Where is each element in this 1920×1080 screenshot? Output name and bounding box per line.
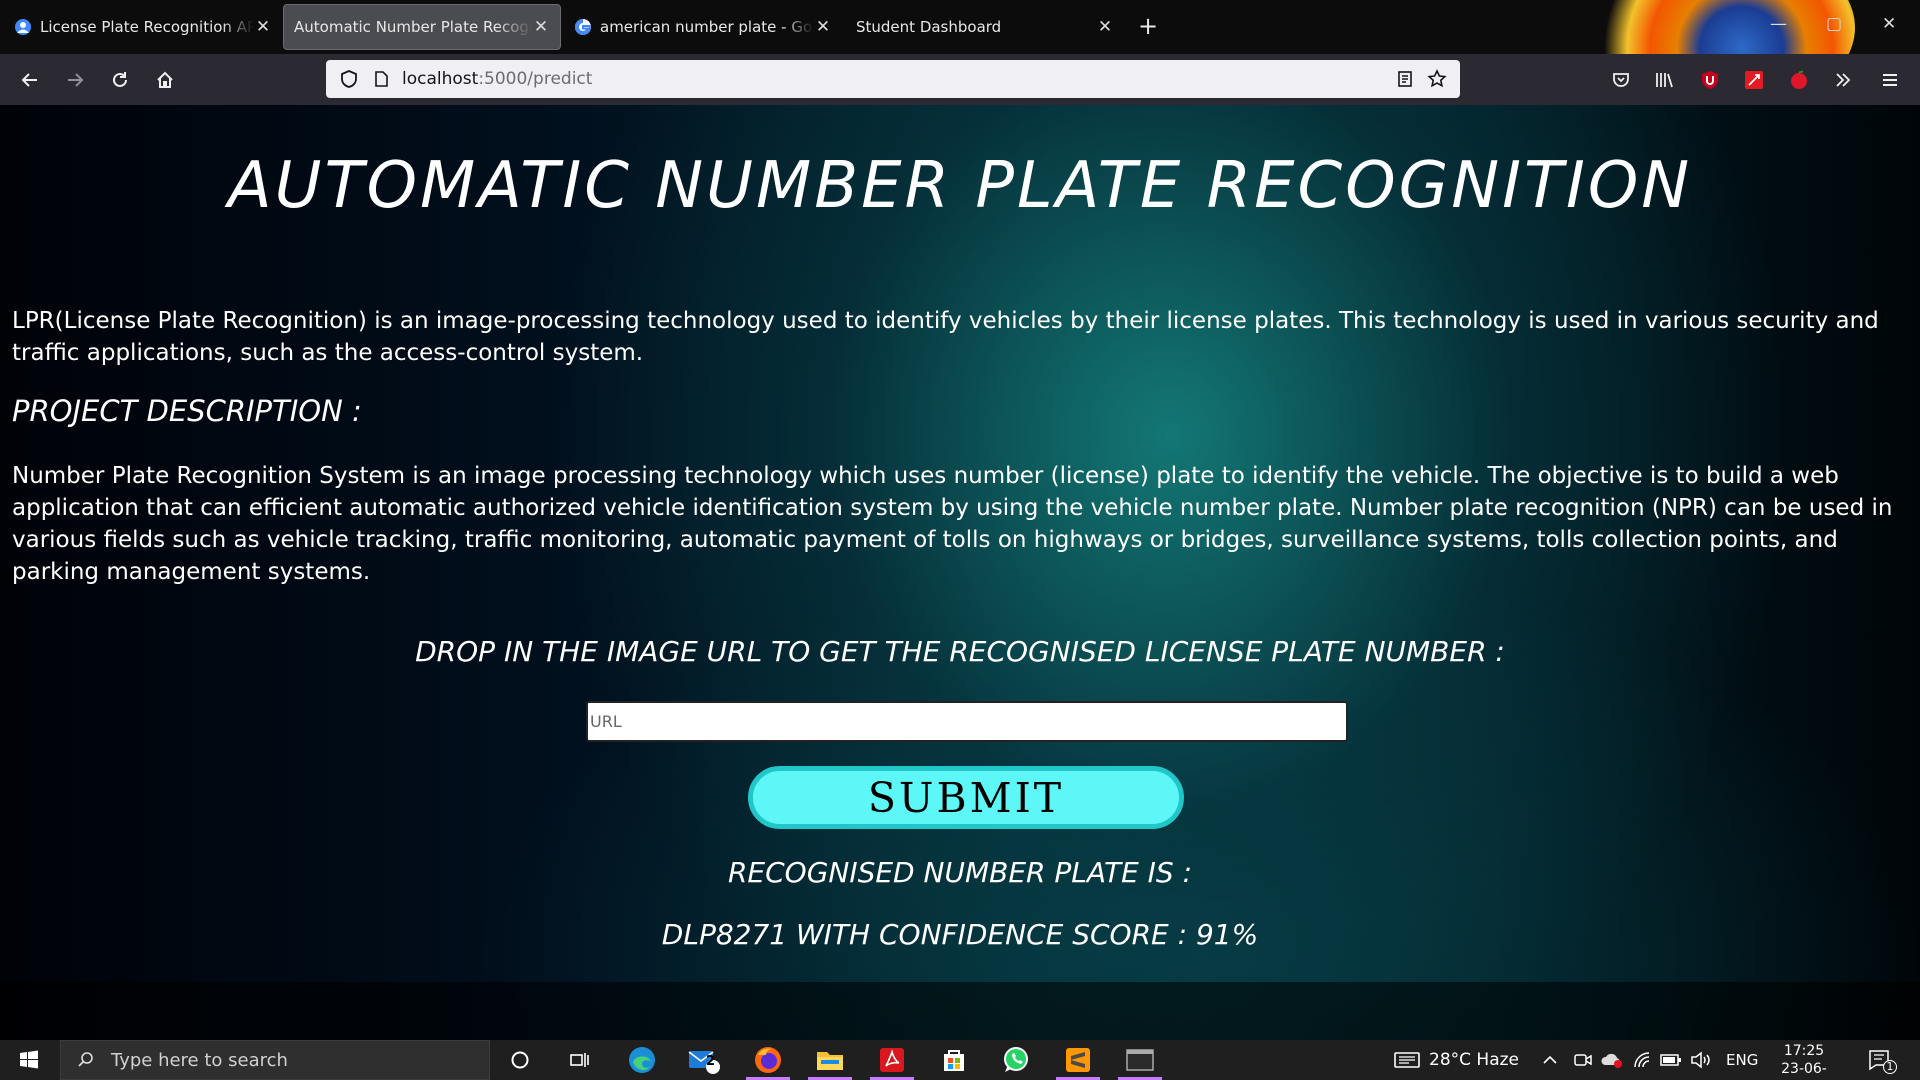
forward-icon[interactable]	[63, 68, 87, 92]
acrobat-reader-icon[interactable]	[864, 1040, 920, 1080]
url-text[interactable]: localhost:5000/predict	[402, 69, 592, 89]
task-view-icon[interactable]	[552, 1040, 608, 1080]
page-footer	[0, 982, 1920, 1040]
url-instruction-label: DROP IN THE IMAGE URL TO GET THE RECOGNI…	[415, 635, 1505, 668]
meet-now-icon[interactable]	[1573, 1040, 1593, 1080]
red-extension-icon[interactable]	[1786, 67, 1812, 93]
edge-browser-icon[interactable]	[614, 1040, 670, 1080]
volume-icon[interactable]	[1690, 1040, 1712, 1080]
clock-time: 17:25	[1783, 1043, 1825, 1059]
tab-license-plate-api[interactable]: License Plate Recognition API D ✕	[4, 4, 282, 50]
tab-strip: License Plate Recognition API D ✕ Automa…	[0, 0, 1920, 54]
submit-button[interactable]: SUBMIT	[748, 766, 1184, 829]
pdf-extension-icon[interactable]	[1741, 67, 1767, 93]
weather-widget[interactable]: 28°C Haze	[1393, 1040, 1519, 1080]
windows-start-icon[interactable]	[0, 1040, 58, 1080]
tab-anpr[interactable]: Automatic Number Plate Recognition ✕	[283, 4, 561, 50]
language-indicator[interactable]: ENG	[1726, 1040, 1758, 1080]
page-content: AUTOMATIC NUMBER PLATE RECOGNITION LPR(L…	[0, 105, 1920, 1040]
close-tab-icon[interactable]: ✕	[1096, 17, 1114, 37]
mail-icon[interactable]: 2	[676, 1040, 732, 1080]
ublock-extension-icon[interactable]	[1697, 67, 1723, 93]
close-tab-icon[interactable]: ✕	[532, 17, 550, 37]
tab-google-search[interactable]: american number plate - Google ✕	[564, 4, 842, 50]
page-title: AUTOMATIC NUMBER PLATE RECOGNITION	[227, 149, 1693, 223]
minimize-icon[interactable]: —	[1770, 14, 1787, 34]
tab-title: american number plate - Google	[600, 18, 814, 36]
onedrive-icon[interactable]	[1600, 1040, 1624, 1080]
home-icon[interactable]	[153, 68, 177, 92]
search-placeholder: Type here to search	[111, 1049, 288, 1071]
maximize-icon[interactable]: ▢	[1826, 14, 1842, 34]
notification-badge: 1	[1883, 1060, 1897, 1074]
api-favicon-icon	[14, 18, 32, 36]
weather-text: 28°C Haze	[1429, 1050, 1519, 1070]
terminal-icon[interactable]	[1112, 1040, 1168, 1080]
back-icon[interactable]	[18, 68, 42, 92]
more-tools-chevron-icon[interactable]	[1830, 67, 1856, 93]
microsoft-store-icon[interactable]	[926, 1040, 982, 1080]
page-info-icon[interactable]	[370, 68, 392, 90]
close-window-icon[interactable]: ✕	[1882, 14, 1896, 34]
file-explorer-icon[interactable]	[802, 1040, 858, 1080]
project-description-heading: PROJECT DESCRIPTION :	[12, 394, 362, 428]
clock-date: 23-06-2021	[1781, 1061, 1827, 1080]
weather-icon	[1394, 1052, 1420, 1068]
sublime-text-icon[interactable]	[1050, 1040, 1106, 1080]
address-bar[interactable]: localhost:5000/predict	[326, 60, 1460, 98]
hamburger-menu-icon[interactable]	[1877, 67, 1903, 93]
mail-badge-count: 2	[706, 1054, 716, 1069]
show-hidden-icons-chevron-icon[interactable]	[1542, 1040, 1558, 1080]
battery-icon[interactable]	[1660, 1040, 1682, 1080]
result-value: DLP8271 WITH CONFIDENCE SCORE : 91%	[661, 918, 1259, 951]
search-icon	[61, 1051, 111, 1069]
tab-title: Student Dashboard	[856, 18, 1002, 36]
reload-icon[interactable]	[108, 68, 132, 92]
reader-view-icon[interactable]	[1394, 68, 1416, 90]
windows-taskbar: Type here to search 2 28°C Haze ENG 17:2…	[0, 1040, 1920, 1080]
cortana-icon[interactable]	[492, 1040, 548, 1080]
result-label: RECOGNISED NUMBER PLATE IS :	[727, 856, 1193, 889]
close-tab-icon[interactable]: ✕	[814, 17, 832, 37]
project-description-paragraph: Number Plate Recognition System is an im…	[12, 463, 1893, 585]
firefox-taskbar-icon[interactable]	[740, 1040, 796, 1080]
google-icon	[574, 18, 592, 36]
new-tab-icon[interactable]: +	[1138, 12, 1158, 40]
wifi-icon[interactable]	[1633, 1040, 1651, 1080]
notification-center-icon[interactable]: 1	[1868, 1040, 1897, 1080]
url-path: :5000/predict	[478, 69, 593, 89]
firefox-logo	[1585, 0, 1855, 54]
shield-icon[interactable]	[338, 68, 360, 90]
navigation-toolbar: localhost:5000/predict	[0, 54, 1920, 105]
image-url-input[interactable]	[586, 701, 1348, 742]
bookmark-star-icon[interactable]	[1426, 68, 1448, 90]
url-host: localhost	[402, 69, 479, 89]
taskbar-clock[interactable]: 17:25 23-06-2021	[1766, 1042, 1842, 1080]
tab-student-dashboard[interactable]: Student Dashboard ✕	[846, 4, 1124, 50]
whatsapp-icon[interactable]	[988, 1040, 1044, 1080]
taskbar-search-box[interactable]: Type here to search	[60, 1040, 490, 1080]
close-tab-icon[interactable]: ✕	[254, 17, 272, 37]
tab-title: License Plate Recognition API D	[40, 18, 254, 36]
tab-title: Automatic Number Plate Recognition	[294, 18, 532, 36]
pocket-icon[interactable]	[1608, 67, 1634, 93]
intro-paragraph: LPR(License Plate Recognition) is an ima…	[12, 308, 1879, 366]
library-icon[interactable]	[1652, 67, 1678, 93]
